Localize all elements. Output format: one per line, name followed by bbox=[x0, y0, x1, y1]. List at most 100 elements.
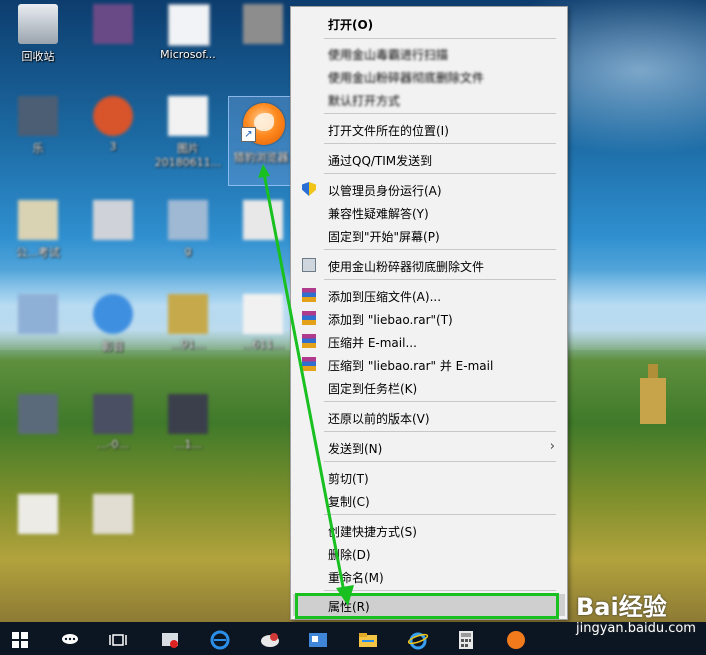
winrar-icon bbox=[302, 334, 316, 348]
desktop-icon-liebao-selected[interactable]: ↗ 猎豹浏览器 bbox=[228, 96, 294, 186]
desktop-icon[interactable]: ...611... bbox=[228, 290, 298, 366]
app-icon[interactable] bbox=[298, 622, 338, 655]
menu-item-label: 兼容性疑难解答(Y) bbox=[328, 207, 429, 221]
menu-item-label: 还原以前的版本(V) bbox=[328, 412, 430, 426]
menu-item-send-via-qq-tim[interactable]: 通过QQ/TIM发送到 bbox=[293, 148, 565, 170]
menu-item-send-to[interactable]: 发送到(N) › bbox=[293, 436, 565, 458]
desktop-icon[interactable]: 乐 bbox=[3, 92, 73, 168]
winrar-icon bbox=[302, 288, 316, 302]
menu-item-label: 打开(O) bbox=[328, 18, 374, 32]
edge-icon[interactable] bbox=[200, 622, 240, 655]
menu-item-troubleshoot-compatibility[interactable]: 兼容性疑难解答(Y) bbox=[293, 201, 565, 223]
properties-highlight-box bbox=[295, 593, 559, 619]
desktop-icon[interactable] bbox=[228, 196, 298, 272]
menu-item-kingsoft-shred[interactable]: 使用金山粉碎器彻底删除文件 bbox=[293, 254, 565, 276]
calculator-icon[interactable] bbox=[446, 622, 486, 655]
menu-item-label: 通过QQ/TIM发送到 bbox=[328, 154, 433, 168]
desktop-icon[interactable] bbox=[228, 0, 298, 76]
app-icon bbox=[93, 4, 133, 44]
context-menu: 打开(O) 使用金山毒霸进行扫描 使用金山粉碎器彻底删除文件 默认打开方式 打开… bbox=[290, 6, 568, 620]
desktop-icon-label: 乐 bbox=[32, 142, 44, 155]
file-icon bbox=[93, 200, 133, 240]
menu-item-add-to-liebao-rar[interactable]: 添加到 "liebao.rar"(T) bbox=[293, 307, 565, 329]
menu-item-compress-to-liebao-rar-and-email[interactable]: 压缩到 "liebao.rar" 并 E-mail bbox=[293, 353, 565, 375]
app-icon bbox=[18, 394, 58, 434]
app-icon bbox=[18, 96, 58, 136]
menu-item-label: 压缩并 E-mail... bbox=[328, 336, 417, 350]
desktop-icon[interactable]: ...1... bbox=[153, 390, 223, 466]
desktop-icon-label: ...-0... bbox=[97, 438, 129, 451]
desktop-icon[interactable] bbox=[78, 0, 148, 76]
file-icon bbox=[18, 494, 58, 534]
menu-item-rename[interactable]: 重命名(M) bbox=[293, 565, 565, 587]
menu-item-label: 添加到 "liebao.rar"(T) bbox=[328, 313, 453, 327]
menu-item-open-with[interactable]: 默认打开方式 bbox=[293, 88, 565, 110]
app-icon[interactable] bbox=[150, 622, 190, 655]
uac-shield-icon bbox=[302, 182, 316, 196]
desktop-icon[interactable]: ...91... bbox=[153, 290, 223, 366]
desktop-icon-label: 3 bbox=[109, 140, 117, 153]
menu-item-restore-previous-versions[interactable]: 还原以前的版本(V) bbox=[293, 406, 565, 428]
baidu-jingyan-watermark: Bai经验 jingyan.baidu.com bbox=[570, 583, 700, 643]
menu-item-shred[interactable]: 使用金山粉碎器彻底删除文件 bbox=[293, 65, 565, 87]
desktop-icon-label: 影音 bbox=[102, 340, 124, 353]
desktop-icon[interactable] bbox=[3, 290, 73, 366]
menu-item-compress-and-email[interactable]: 压缩并 E-mail... bbox=[293, 330, 565, 352]
file-icon bbox=[18, 294, 58, 334]
menu-item-create-shortcut[interactable]: 创建快捷方式(S) bbox=[293, 519, 565, 541]
menu-item-label: 固定到任务栏(K) bbox=[328, 382, 418, 396]
desktop-icon[interactable]: g bbox=[153, 196, 223, 272]
desktop-icon-label: Microsof... bbox=[160, 48, 216, 61]
desktop-icon[interactable]: ...-0... bbox=[78, 390, 148, 466]
watermark-url: jingyan.baidu.com bbox=[576, 621, 696, 636]
menu-item-scan[interactable]: 使用金山毒霸进行扫描 bbox=[293, 42, 565, 64]
file-explorer-icon[interactable] bbox=[348, 622, 388, 655]
app-icon[interactable] bbox=[250, 622, 290, 655]
recycle-bin-icon bbox=[18, 4, 58, 44]
document-icon bbox=[168, 4, 210, 46]
task-view-icon[interactable] bbox=[98, 622, 138, 655]
menu-item-pin-to-taskbar[interactable]: 固定到任务栏(K) bbox=[293, 376, 565, 398]
menu-separator bbox=[324, 401, 556, 402]
internet-explorer-icon[interactable] bbox=[398, 622, 438, 655]
menu-item-run-as-admin[interactable]: 以管理员身份运行(A) bbox=[293, 178, 565, 200]
desktop-icon[interactable]: 影音 bbox=[78, 290, 148, 366]
desktop-icon-label: ...91... bbox=[170, 338, 206, 351]
desktop-icon[interactable]: 公...考试 bbox=[3, 196, 73, 272]
desktop-icon-label: g bbox=[184, 244, 192, 257]
menu-item-delete[interactable]: 删除(D) bbox=[293, 542, 565, 564]
desktop-icon[interactable]: 3 bbox=[78, 92, 148, 168]
menu-item-open-file-location[interactable]: 打开文件所在的位置(I) bbox=[293, 118, 565, 140]
desktop-icon[interactable]: 图片 20180611... bbox=[153, 92, 223, 169]
menu-item-label: 删除(D) bbox=[328, 548, 371, 562]
menu-item-copy[interactable]: 复制(C) bbox=[293, 489, 565, 511]
windows-logo-icon[interactable] bbox=[0, 622, 40, 655]
desktop-icon-word-doc[interactable]: Microsof... bbox=[153, 0, 223, 76]
desktop-icon-label: 回收站 bbox=[21, 50, 55, 63]
liebao-browser-taskbar-icon[interactable] bbox=[496, 622, 536, 655]
menu-separator bbox=[324, 514, 556, 515]
menu-separator bbox=[324, 431, 556, 432]
desktop-icon-recycle-bin[interactable]: 回收站 bbox=[3, 0, 73, 76]
menu-separator bbox=[324, 461, 556, 462]
menu-item-cut[interactable]: 剪切(T) bbox=[293, 466, 565, 488]
app-icon bbox=[168, 294, 208, 334]
menu-item-add-to-archive[interactable]: 添加到压缩文件(A)... bbox=[293, 284, 565, 306]
desktop-icon-label: 公...考试 bbox=[16, 246, 60, 259]
winrar-icon bbox=[302, 311, 316, 325]
file-icon bbox=[93, 494, 133, 534]
desktop-icon[interactable] bbox=[3, 390, 73, 466]
menu-separator bbox=[324, 113, 556, 114]
search-icon[interactable] bbox=[50, 622, 90, 655]
menu-item-label: 固定到"开始"屏幕(P) bbox=[328, 230, 440, 244]
chevron-right-icon: › bbox=[549, 439, 555, 454]
desktop-icon-label: ...611... bbox=[242, 338, 284, 351]
desktop-icon[interactable] bbox=[3, 490, 73, 566]
menu-item-open[interactable]: 打开(O) bbox=[293, 12, 565, 34]
file-icon bbox=[243, 200, 283, 240]
menu-item-pin-to-start[interactable]: 固定到"开始"屏幕(P) bbox=[293, 224, 565, 246]
desktop-icon[interactable] bbox=[78, 196, 148, 272]
wallpaper-castle bbox=[640, 364, 666, 424]
desktop-icon[interactable] bbox=[78, 490, 148, 566]
file-icon bbox=[243, 294, 283, 334]
